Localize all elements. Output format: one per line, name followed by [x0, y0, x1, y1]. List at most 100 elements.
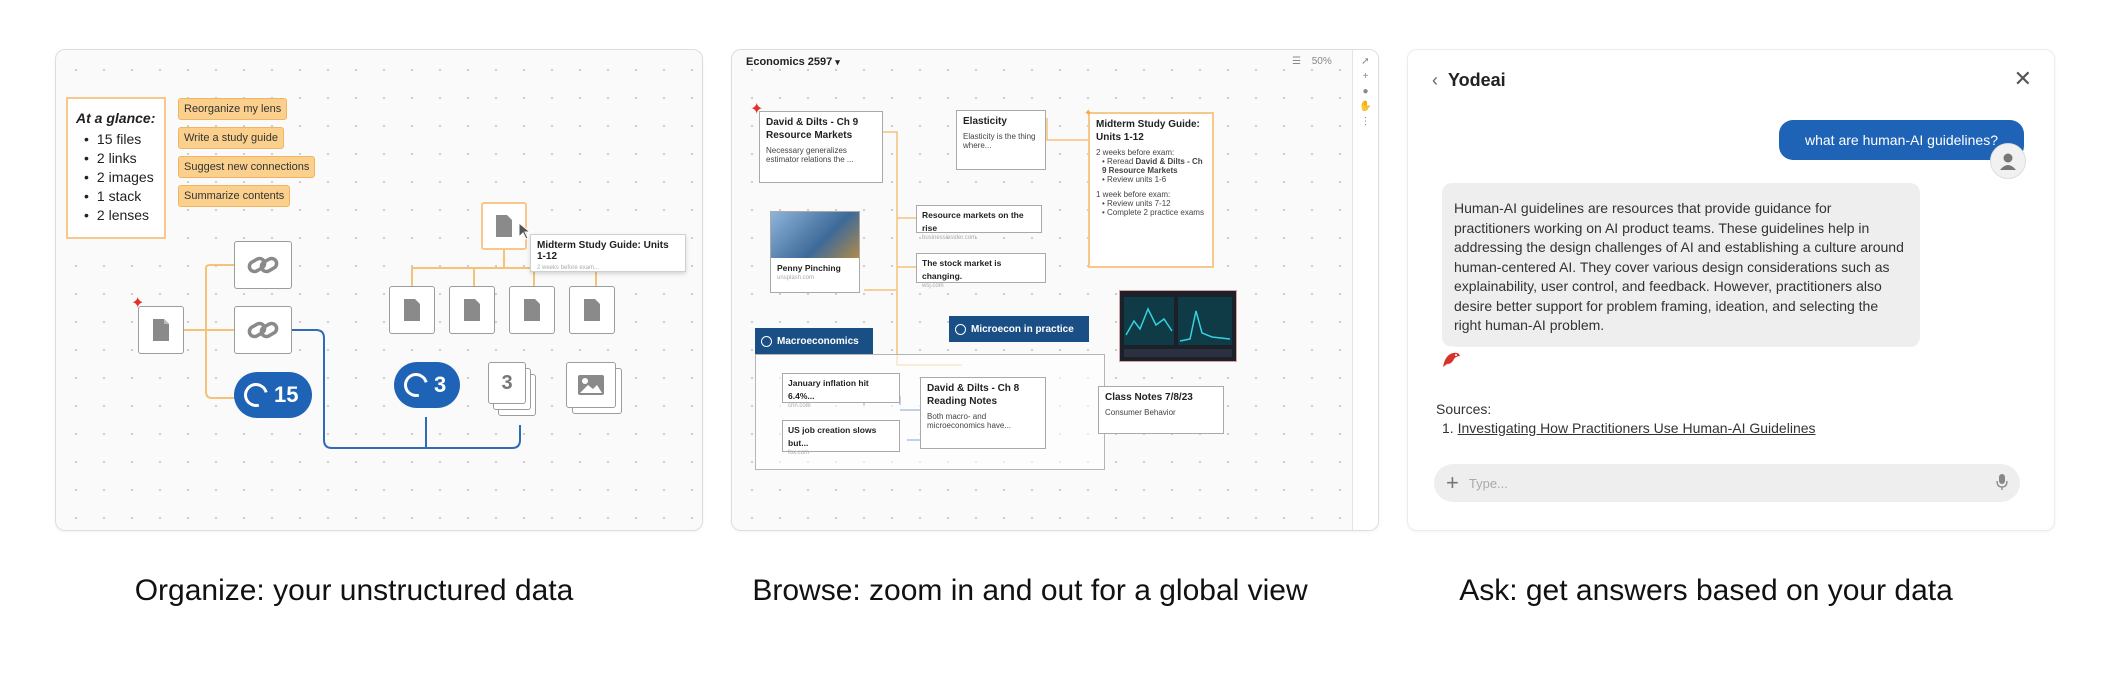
file-icon	[524, 299, 540, 321]
glance-title: At a glance:	[76, 110, 156, 126]
link-node[interactable]	[234, 306, 292, 354]
suggestion-study-guide[interactable]: Write a study guide	[178, 127, 284, 149]
at-a-glance-card: At a glance: 15 files 2 links 2 images 1…	[66, 97, 166, 239]
card-body: Both macro- and microeconomics have...	[927, 412, 1012, 430]
caption-browse: Browse: zoom in and out for a global vie…	[752, 574, 1308, 607]
lens-node-large[interactable]: 15	[234, 372, 312, 418]
list-view-icon[interactable]: ☰	[1292, 56, 1301, 67]
card-source: wsj.com	[922, 283, 944, 289]
user-avatar-icon	[1990, 143, 2026, 179]
card-body: Elasticity is the thing where...	[963, 132, 1036, 150]
chat-input-bar[interactable]: + Type...	[1434, 464, 2020, 502]
chat-input[interactable]: Type...	[1469, 476, 1508, 491]
sources-block: Sources: 1. Investigating How Practition…	[1436, 400, 1816, 438]
microphone-icon[interactable]	[1996, 473, 2008, 494]
ask-chat-panel: ‹ Yodeai ✕ what are human-AI guidelines?…	[1407, 49, 2055, 531]
stack-node[interactable]: 3	[488, 362, 548, 422]
card-title: Class Notes 7/8/23	[1105, 392, 1193, 403]
image-stack-node[interactable]	[566, 362, 628, 420]
lens-label-micro[interactable]: Microecon in practice	[949, 316, 1089, 342]
browse-canvas[interactable]: Economics 2597 ▾ ☰ 50% ➚ + ● ✋ ⋮ ✦ David…	[731, 49, 1379, 531]
sparkle-icon: ✦	[1084, 108, 1093, 119]
workspace-bar: Economics 2597 ▾	[732, 50, 1352, 76]
suggestion-reorganize[interactable]: Reorganize my lens	[178, 98, 288, 120]
card-title: Midterm Study Guide: Units 1-12	[1096, 119, 1200, 143]
lens-count: 15	[274, 382, 299, 407]
file-node[interactable]	[138, 306, 184, 354]
link-card[interactable]: January inflation hit 6.4%... cnn.com	[782, 373, 900, 409]
image-link-card[interactable]: Penny Pinching unsplash.com	[770, 211, 860, 293]
file-node[interactable]	[449, 286, 495, 334]
note-card[interactable]: Class Notes 7/8/23 Consumer Behavior	[1098, 386, 1224, 434]
card-title: The stock market is changing.	[922, 258, 1002, 281]
workspace-title[interactable]: Economics 2597	[746, 56, 832, 68]
plus-icon[interactable]: +	[1446, 470, 1459, 496]
lens-icon	[761, 335, 772, 347]
file-icon	[584, 299, 600, 321]
file-node[interactable]	[509, 286, 555, 334]
caption-organize: Organize: your unstructured data	[134, 574, 574, 607]
glance-item: 1 stack	[84, 187, 156, 206]
link-icon	[247, 321, 279, 339]
close-icon[interactable]: ✕	[2014, 66, 2032, 92]
card-title: Penny Pinching	[777, 263, 841, 273]
pointer-icon[interactable]: ➚	[1361, 56, 1369, 67]
suggestion-connections[interactable]: Suggest new connections	[178, 156, 316, 178]
chevron-down-icon[interactable]: ▾	[835, 57, 840, 67]
dashboard-image[interactable]	[1119, 290, 1237, 362]
link-card[interactable]: The stock market is changing. wsj.com	[916, 253, 1046, 289]
source-link[interactable]: Investigating How Practitioners Use Huma…	[1458, 420, 1816, 436]
link-card[interactable]: US job creation slows but... fox.com	[782, 420, 900, 456]
assistant-message: Human-AI guidelines are resources that p…	[1442, 183, 1920, 347]
image-icon	[578, 375, 604, 395]
guide-line: 1 week before exam:	[1096, 190, 1171, 199]
more-icon[interactable]: ⋮	[1361, 116, 1371, 127]
lens-count: 3	[434, 372, 447, 397]
file-icon	[404, 299, 420, 321]
guide-line: Complete 2 practice exams	[1107, 208, 1204, 217]
dashboard-chart-image	[1120, 291, 1236, 361]
tooltip-title: Midterm Study Guide: Units 1-12	[537, 240, 669, 262]
chat-title: Yodeai	[1448, 70, 1506, 90]
hover-tooltip: Midterm Study Guide: Units 1-12 2 weeks …	[530, 234, 686, 272]
lens-title: Macroeconomics	[777, 335, 859, 347]
glance-item: 2 links	[84, 149, 156, 168]
card-title: David & Dilts - Ch 9 Resource Markets	[766, 117, 859, 141]
file-node[interactable]	[569, 286, 615, 334]
guide-line: Review units 1-6	[1107, 175, 1167, 184]
back-chevron-icon[interactable]: ‹	[1432, 70, 1438, 91]
guide-line: 2 weeks before exam:	[1096, 148, 1175, 157]
glance-item: 2 images	[84, 168, 156, 187]
user-message: what are human-AI guidelines?	[1779, 120, 2024, 160]
tooltip-subtitle: 2 weeks before exam...	[537, 265, 600, 271]
link-icon	[247, 256, 279, 274]
view-controls: ☰ 50%	[1292, 56, 1332, 67]
lens-icon	[239, 378, 273, 412]
lens-node-small[interactable]: 3	[394, 362, 460, 408]
link-node[interactable]	[234, 241, 292, 289]
lens-label-macro[interactable]: Macroeconomics	[755, 328, 873, 354]
file-card[interactable]: David & Dilts - Ch 9 Resource Markets Ne…	[759, 111, 883, 183]
source-number: 1.	[1442, 420, 1454, 436]
study-guide-card[interactable]: Midterm Study Guide: Units 1-12 2 weeks …	[1088, 112, 1214, 268]
guide-line: Reread	[1107, 157, 1136, 166]
lens-title: Microecon in practice	[971, 323, 1074, 335]
note-card[interactable]: Elasticity Elasticity is the thing where…	[956, 110, 1046, 170]
guide-line: Review units 7-12	[1107, 199, 1171, 208]
link-card[interactable]: Resource markets on the rise businessins…	[916, 205, 1042, 241]
file-node[interactable]	[389, 286, 435, 334]
add-icon[interactable]: +	[1363, 71, 1369, 82]
hand-icon[interactable]: ✋	[1359, 101, 1371, 112]
lens-icon	[399, 368, 433, 402]
card-body: Consumer Behavior	[1105, 408, 1176, 417]
bot-avatar-icon	[1438, 346, 1464, 372]
file-card[interactable]: David & Dilts - Ch 8 Reading Notes Both …	[920, 377, 1046, 449]
caption-ask: Ask: get answers based on your data	[1459, 574, 1953, 607]
suggestion-summarize[interactable]: Summarize contents	[178, 185, 291, 207]
zoom-level[interactable]: 50%	[1312, 56, 1332, 67]
comment-icon[interactable]: ●	[1362, 86, 1368, 97]
canvas-toolbar: ➚ + ● ✋ ⋮	[1352, 50, 1378, 530]
organize-canvas[interactable]: At a glance: 15 files 2 links 2 images 1…	[55, 49, 703, 531]
lens-icon	[955, 323, 966, 335]
file-icon	[496, 215, 512, 237]
